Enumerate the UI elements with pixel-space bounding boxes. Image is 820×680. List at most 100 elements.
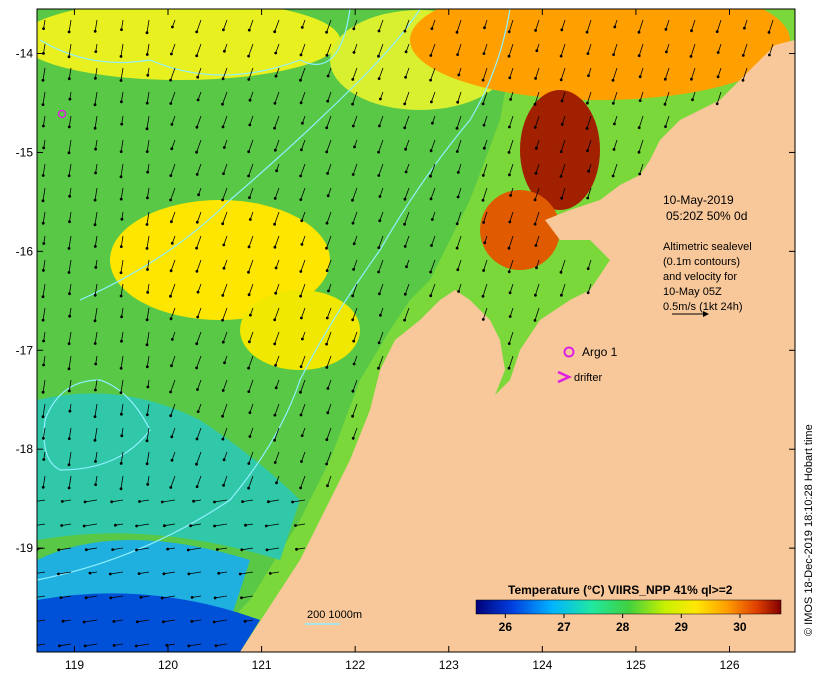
velocity-arrow-head xyxy=(299,53,303,57)
velocity-arrow-head xyxy=(299,390,302,394)
velocity-arrow-head xyxy=(508,315,512,318)
velocity-arrow-head xyxy=(160,596,164,600)
velocity-arrow-head xyxy=(351,124,355,128)
velocity-arrow-head xyxy=(481,174,485,177)
colorbar-gradient xyxy=(475,599,782,615)
velocity-arrow-head xyxy=(351,221,355,225)
velocity-arrow-head xyxy=(586,291,590,295)
velocity-arrow-head xyxy=(166,547,170,551)
velocity-arrow-head xyxy=(67,486,71,490)
velocity-arrow-head xyxy=(137,572,141,575)
velocity-arrow-head xyxy=(31,597,34,600)
velocity-arrow-head xyxy=(663,102,667,106)
velocity-arrow-head xyxy=(273,318,277,322)
velocity-arrow-head xyxy=(326,194,330,198)
velocity-arrow-head xyxy=(325,221,329,225)
velocity-arrow-head xyxy=(196,315,200,319)
velocity-arrow-head xyxy=(273,126,276,130)
velocity-arrow-head xyxy=(221,77,225,81)
credit-text: © IMOS 18-Dec-2019 18:10:28 Hobart time xyxy=(803,424,815,636)
velocity-arrow-head xyxy=(41,103,45,106)
velocity-arrow-head xyxy=(41,78,45,82)
velocity-arrow-head xyxy=(273,222,276,226)
velocity-arrow-head xyxy=(404,170,408,174)
velocity-arrow-head xyxy=(212,620,216,624)
velocity-arrow-head xyxy=(663,77,667,81)
velocity-arrow-head xyxy=(169,78,173,82)
velocity-arrow-head xyxy=(139,595,143,599)
velocity-arrow-head xyxy=(61,619,65,623)
velocity-arrow-head xyxy=(247,486,251,490)
velocity-arrow-head xyxy=(170,241,174,245)
velocity-arrow-head xyxy=(325,246,328,250)
velocity-arrow-head xyxy=(741,78,745,82)
velocity-arrow-head xyxy=(67,77,71,81)
velocity-arrow-head xyxy=(248,340,251,344)
velocity-arrow-head xyxy=(31,621,34,624)
velocity-arrow-head xyxy=(665,50,668,54)
velocity-arrow-head xyxy=(145,31,149,35)
velocity-arrow-head xyxy=(196,388,199,391)
velocity-arrow-head xyxy=(120,434,124,438)
timestamp-date: 10-May-2019 xyxy=(663,193,734,207)
velocity-arrow-head xyxy=(195,220,199,224)
velocity-arrow-head xyxy=(196,75,200,79)
lon-tick-label: 124 xyxy=(532,658,552,672)
velocity-arrow-head xyxy=(481,78,485,82)
velocity-arrow-head xyxy=(351,173,355,176)
velocity-arrow-head xyxy=(767,31,771,34)
velocity-arrow-head xyxy=(120,315,123,319)
velocity-arrow-head xyxy=(213,596,217,600)
velocity-arrow-head xyxy=(403,222,406,226)
velocity-arrow-head xyxy=(196,290,200,294)
velocity-arrow-head xyxy=(273,148,277,152)
velocity-arrow-head xyxy=(405,265,408,269)
velocity-arrow-head xyxy=(119,294,123,298)
velocity-arrow-head xyxy=(377,366,380,370)
colorbar-tick-label: 26 xyxy=(499,620,513,634)
velocity-arrow-head xyxy=(145,365,149,369)
velocity-arrow-head xyxy=(93,245,97,248)
velocity-arrow-head xyxy=(481,294,485,298)
velocity-arrow-head xyxy=(299,413,303,417)
velocity-arrow-head xyxy=(111,548,115,551)
velocity-arrow-head xyxy=(169,294,172,298)
velocity-arrow-head xyxy=(82,620,86,624)
velocity-arrow-head xyxy=(404,75,407,79)
velocity-arrow-head xyxy=(93,223,97,227)
velocity-arrow-head xyxy=(67,367,71,371)
velocity-arrow-head xyxy=(58,644,61,648)
velocity-arrow-head xyxy=(60,524,64,527)
velocity-arrow-head xyxy=(430,100,433,104)
velocity-arrow-head xyxy=(295,547,298,551)
velocity-arrow-head xyxy=(560,293,563,297)
velocity-arrow-head xyxy=(136,620,139,624)
velocity-arrow-head xyxy=(560,99,564,103)
velocity-arrow-head xyxy=(455,30,459,34)
velocity-arrow-head xyxy=(431,121,434,125)
velocity-arrow-head xyxy=(41,415,45,419)
velocity-arrow-head xyxy=(325,269,329,272)
velocity-arrow-head xyxy=(42,458,46,461)
sst-hot-patch-2 xyxy=(480,190,560,270)
velocity-arrow-head xyxy=(664,28,668,31)
velocity-arrow-head xyxy=(300,219,304,223)
velocity-arrow-head xyxy=(482,123,486,127)
velocity-arrow-head xyxy=(560,28,564,32)
velocity-arrow-head xyxy=(351,294,355,298)
velocity-arrow-head xyxy=(170,147,174,151)
velocity-arrow-head xyxy=(273,101,277,105)
velocity-arrow-head xyxy=(275,481,278,485)
velocity-arrow-head xyxy=(291,500,294,504)
velocity-arrow-head xyxy=(67,342,71,346)
velocity-arrow-head xyxy=(67,389,71,393)
velocity-arrow-head xyxy=(507,246,511,250)
velocity-arrow-head xyxy=(351,78,355,81)
velocity-arrow-head xyxy=(42,363,45,367)
velocity-arrow-head xyxy=(119,55,123,58)
sst-map: 119 120 121 122 123 124 125 126 -14 -15 -16 -17 -18… xyxy=(16,8,815,672)
velocity-arrow-head xyxy=(195,269,199,273)
sst-warm-patch-2 xyxy=(240,290,360,370)
velocity-arrow-head xyxy=(351,436,355,440)
velocity-arrow-head xyxy=(119,366,123,370)
